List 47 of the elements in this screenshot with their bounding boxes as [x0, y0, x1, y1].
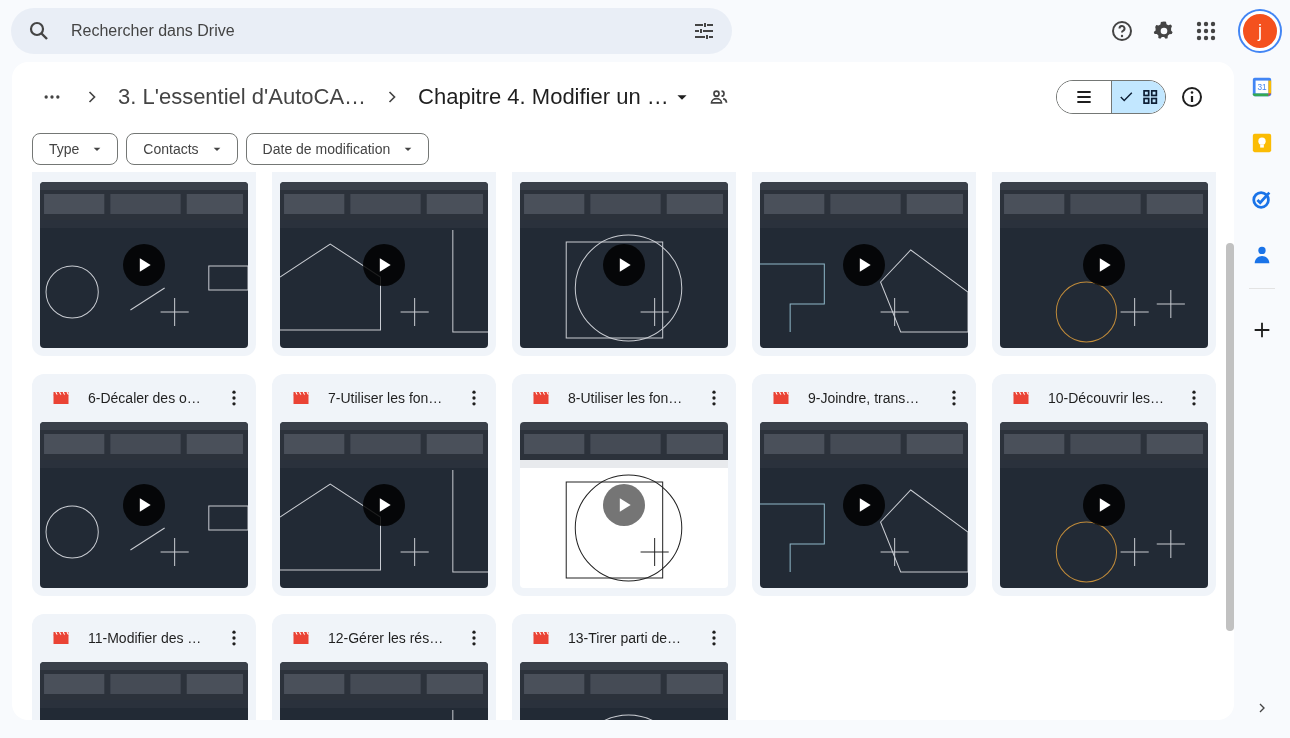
filter-chip[interactable]: Contacts: [126, 133, 238, 165]
calendar-day-number: 31: [1257, 83, 1267, 93]
filter-chip[interactable]: Type: [32, 133, 119, 165]
file-name: 7-Utiliser les fon…: [328, 390, 444, 406]
filter-chip[interactable]: Date de modification: [245, 133, 430, 165]
video-file-icon: [1012, 389, 1030, 407]
file-name: 10-Découvrir les…: [1048, 390, 1165, 406]
file-card[interactable]: 9-Joindre, trans…: [752, 374, 976, 596]
video-file-icon: [532, 629, 550, 647]
file-card[interactable]: 12-Gérer les rés…: [272, 614, 496, 720]
file-name: 11-Modifier des …: [88, 630, 203, 646]
scrollbar[interactable]: [1226, 243, 1234, 631]
file-card[interactable]: [32, 172, 256, 356]
video-file-icon: [52, 389, 70, 407]
video-file-icon: [292, 629, 310, 647]
current-folder-title[interactable]: Chapitre 4. Modifier un …: [412, 84, 671, 110]
info-icon[interactable]: [1180, 85, 1204, 109]
search-bar[interactable]: Rechercher dans Drive: [11, 8, 732, 54]
breadcrumb-link[interactable]: 3. L'essentiel d'AutoCA…: [112, 84, 373, 110]
file-card[interactable]: [752, 172, 976, 356]
grid-view-button[interactable]: [1111, 81, 1165, 113]
file-card[interactable]: 11-Modifier des …: [32, 614, 256, 720]
file-card[interactable]: [272, 172, 496, 356]
search-field[interactable]: Rechercher dans Drive: [69, 21, 674, 41]
file-card[interactable]: [512, 172, 736, 356]
apps-grid-icon[interactable]: [1194, 19, 1218, 43]
video-file-icon: [772, 389, 790, 407]
video-file-icon: [532, 389, 550, 407]
file-card[interactable]: 10-Découvrir les…: [992, 374, 1216, 596]
file-card[interactable]: [992, 172, 1216, 356]
view-toggle[interactable]: [1056, 80, 1166, 114]
file-name: 12-Gérer les rés…: [328, 630, 445, 646]
file-card[interactable]: 7-Utiliser les fon…: [272, 374, 496, 596]
video-file-icon: [52, 629, 70, 647]
grid-icon: [1140, 87, 1159, 107]
file-name: 13-Tirer parti de…: [568, 630, 683, 646]
check-circle-icon[interactable]: [1251, 188, 1273, 210]
people-icon[interactable]: [708, 87, 729, 107]
file-name: 6-Décaler des o…: [88, 390, 202, 406]
file-card[interactable]: 13-Tirer parti de…: [512, 614, 736, 720]
file-card[interactable]: 6-Décaler des o…: [32, 374, 256, 596]
help-icon[interactable]: [1110, 19, 1134, 43]
file-card[interactable]: 8-Utiliser les fon…: [512, 374, 736, 596]
calendar-icon[interactable]: 31: [1251, 76, 1273, 98]
file-name: 8-Utiliser les fon…: [568, 390, 684, 406]
video-file-icon: [292, 389, 310, 407]
file-name: 9-Joindre, trans…: [808, 390, 921, 406]
